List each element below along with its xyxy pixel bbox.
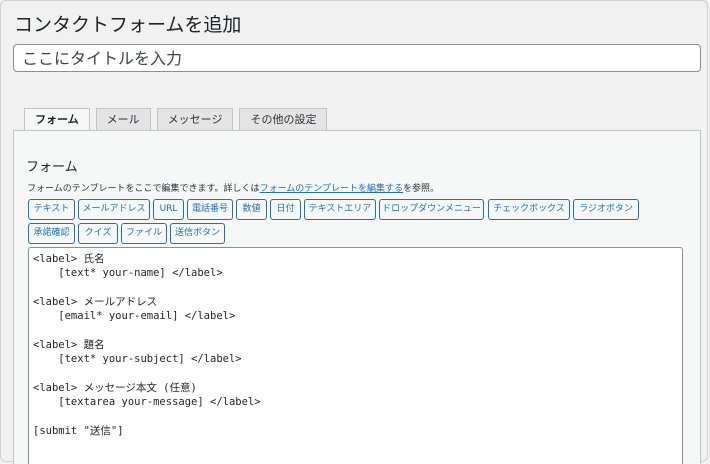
tag-button-acceptance[interactable]: 承諾確認 (28, 223, 75, 244)
form-panel: フォーム フォームのテンプレートをここで編集できます。詳しくはフォームのテンプレ… (13, 130, 701, 464)
tag-button-checkbox[interactable]: チェックボックス (488, 199, 570, 220)
page-title: コンタクトフォームを追加 (14, 14, 242, 36)
tag-button-number[interactable]: 数値 (236, 199, 267, 220)
tag-button-submit[interactable]: 送信ボタン (170, 223, 225, 244)
tab-messages[interactable]: メッセージ (156, 108, 234, 131)
description-suffix: を参照。 (403, 184, 440, 194)
tag-button-email[interactable]: メールアドレス (78, 199, 150, 220)
tab-bar: フォーム メール メッセージ その他の設定 (24, 108, 328, 132)
tag-button-file[interactable]: ファイル (121, 223, 167, 244)
tag-button-text[interactable]: テキスト (28, 199, 75, 220)
form-template-editor[interactable]: <label> 氏名 [text* your-name] </label> <l… (28, 247, 683, 464)
tab-mail[interactable]: メール (95, 108, 151, 131)
tag-button-radio[interactable]: ラジオボタン (573, 199, 639, 220)
tag-button-quiz[interactable]: クイズ (78, 223, 118, 244)
tag-button-date[interactable]: 日付 (270, 199, 301, 220)
tab-additional-settings[interactable]: その他の設定 (239, 108, 328, 131)
panel-description: フォームのテンプレートをここで編集できます。詳しくはフォームのテンプレートを編集… (27, 181, 439, 194)
title-input[interactable] (13, 44, 701, 72)
tab-form[interactable]: フォーム (24, 108, 90, 132)
tag-button-tel[interactable]: 電話番号 (187, 199, 233, 220)
edit-template-link[interactable]: フォームのテンプレートを編集する (260, 184, 403, 194)
tag-button-dropdown[interactable]: ドロップダウンメニュー (379, 199, 484, 220)
description-text: フォームのテンプレートをここで編集できます。詳しくは (27, 184, 260, 194)
tag-button-url[interactable]: URL (153, 199, 184, 220)
tag-button-textarea[interactable]: テキストエリア (304, 199, 376, 220)
panel-heading: フォーム (26, 160, 78, 175)
